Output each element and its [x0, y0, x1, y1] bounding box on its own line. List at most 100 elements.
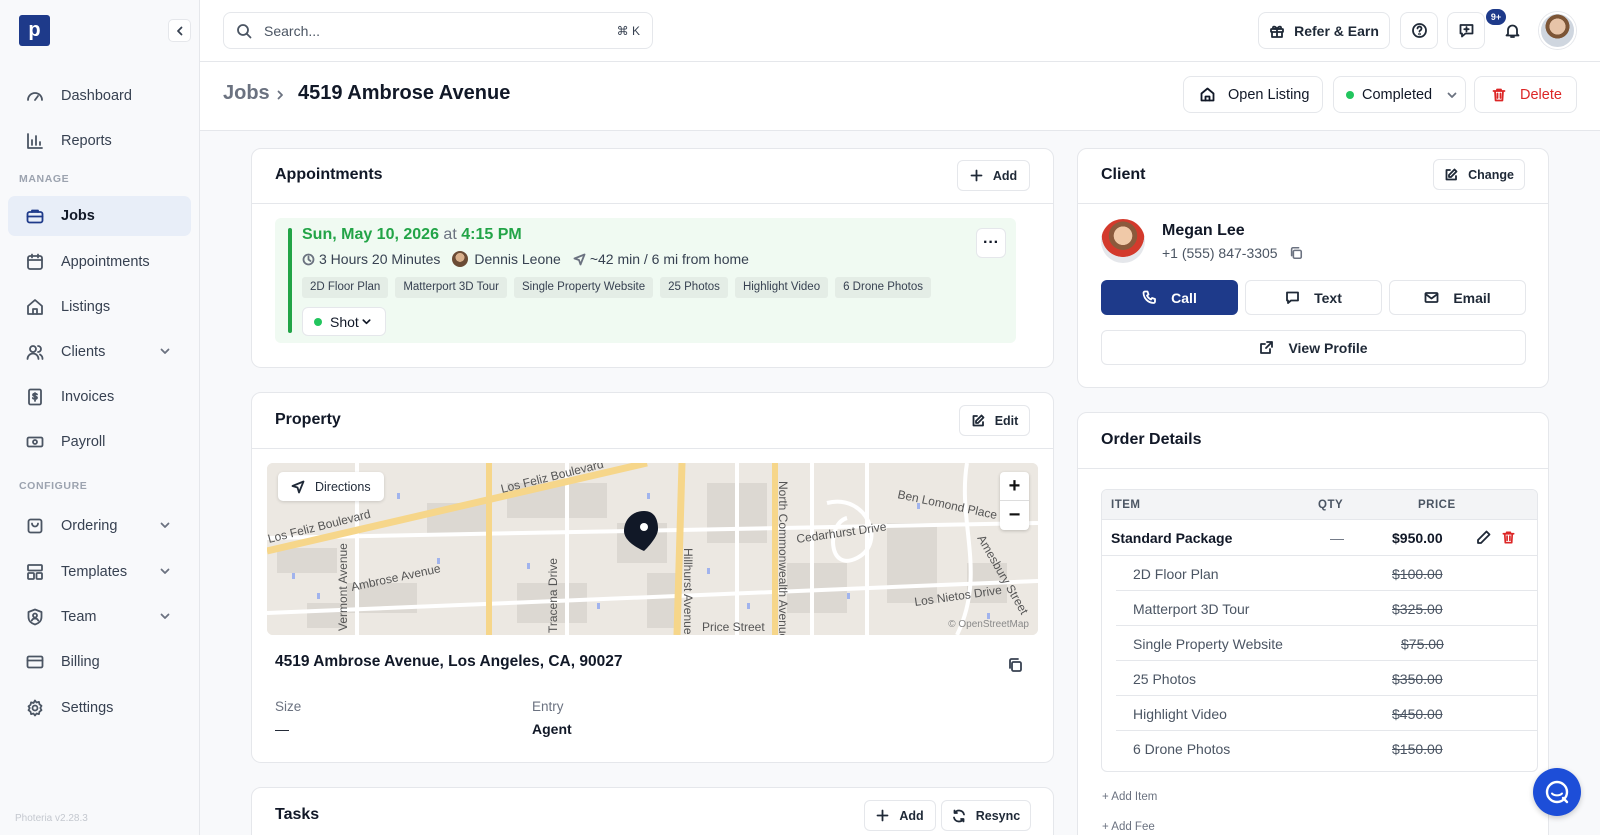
sidebar-item-billing[interactable]: Billing — [8, 642, 191, 682]
copy-icon[interactable] — [1289, 246, 1303, 260]
view-profile-label: View Profile — [1288, 339, 1368, 356]
copy-icon[interactable] — [1007, 657, 1023, 673]
item-name: Single Property Website — [1133, 636, 1283, 652]
directions-label: Directions — [315, 479, 371, 494]
layout-template-icon — [27, 564, 43, 580]
sidebar-item-invoices[interactable]: Invoices — [8, 377, 191, 417]
pencil-icon[interactable] — [1476, 530, 1491, 545]
nav-section-manage: MANAGE — [19, 173, 70, 185]
sidebar-item-appointments[interactable]: Appointments — [8, 242, 191, 282]
page-header: Jobs 4519 Ambrose Avenue Open Listing Co… — [200, 62, 1600, 131]
user-avatar[interactable] — [1539, 12, 1576, 49]
photographer[interactable]: Dennis Leone — [452, 251, 561, 267]
appointment-more-button[interactable]: ··· — [976, 228, 1006, 258]
chevron-down-icon — [160, 568, 170, 574]
home-icon — [27, 299, 43, 315]
chevron-right-icon — [277, 90, 283, 100]
service-chip: 2D Floor Plan — [302, 277, 389, 298]
breadcrumb-jobs[interactable]: Jobs — [223, 82, 270, 105]
map-road-label: Vermont Avenue — [336, 543, 350, 631]
call-button[interactable]: Call — [1101, 280, 1238, 315]
map-zoom-control: + − — [1000, 472, 1029, 530]
gear-icon — [27, 699, 43, 717]
map-road-label: Tracena Drive — [546, 558, 560, 633]
sidebar-item-settings[interactable]: Settings — [8, 688, 191, 728]
refresh-icon — [952, 809, 965, 822]
refer-earn-button[interactable]: Refer & Earn — [1258, 12, 1390, 49]
email-button[interactable]: Email — [1389, 280, 1526, 315]
notification-badge: 9+ — [1486, 9, 1506, 25]
search-input[interactable]: Search... ⌘ K — [223, 12, 653, 49]
change-client-button[interactable]: Change — [1433, 159, 1525, 190]
map-attribution: © OpenStreetMap — [948, 619, 1029, 630]
status-dropdown[interactable]: Completed — [1333, 76, 1466, 113]
open-listing-button[interactable]: Open Listing — [1183, 76, 1323, 113]
feedback-button[interactable] — [1447, 12, 1485, 49]
sidebar-item-listings[interactable]: Listings — [8, 287, 191, 327]
order-table: ITEM QTY PRICE Standard Package — $950.0… — [1101, 489, 1538, 772]
text-button[interactable]: Text — [1245, 280, 1382, 315]
client-card: Client Change Megan Lee +1 (555) 847-330… — [1077, 148, 1549, 388]
refer-earn-label: Refer & Earn — [1294, 22, 1379, 39]
clock-icon — [302, 253, 315, 265]
sidebar-item-payroll[interactable]: Payroll — [8, 422, 191, 462]
directions-button[interactable]: Directions — [278, 472, 384, 501]
chat-bubble-icon — [1545, 780, 1569, 804]
sidebar-item-ordering[interactable]: Ordering — [8, 506, 191, 546]
table-row-package[interactable]: Standard Package — $950.00 — [1102, 520, 1537, 556]
chevron-down-icon — [160, 522, 170, 528]
table-row: Matterport 3D Tour $325.00 — [1116, 591, 1537, 626]
service-chip: 6 Drone Photos — [835, 277, 932, 298]
chat-support-button[interactable] — [1533, 768, 1581, 816]
add-task-button[interactable]: Add — [864, 800, 936, 831]
collapse-sidebar-button[interactable] — [168, 19, 191, 42]
sidebar-item-clients[interactable]: Clients — [8, 332, 191, 372]
edit-icon — [1445, 168, 1458, 180]
chevron-down-icon — [362, 319, 371, 325]
sidebar-item-label: Templates — [61, 564, 128, 580]
item-price: $350.00 — [1392, 671, 1443, 687]
size-value: — — [275, 721, 289, 737]
table-row: Single Property Website $75.00 — [1116, 626, 1537, 661]
invoice-icon — [28, 388, 42, 406]
appointment-time: 4:15 PM — [461, 226, 522, 243]
sidebar-item-label: Appointments — [61, 254, 150, 270]
zoom-out-button[interactable]: − — [1000, 501, 1029, 530]
call-label: Call — [1171, 289, 1197, 306]
add-item-link[interactable]: + Add Item — [1102, 791, 1157, 803]
resync-button[interactable]: Resync — [941, 800, 1031, 831]
help-button[interactable] — [1400, 12, 1438, 49]
delete-button[interactable]: Delete — [1474, 76, 1577, 113]
sidebar-item-reports[interactable]: Reports — [8, 121, 191, 161]
sidebar-item-label: Team — [61, 609, 97, 625]
more-dots: ··· — [983, 234, 999, 251]
appointment-meta: 3 Hours 20 Minutes Dennis Leone ~42 min … — [302, 251, 761, 267]
top-bar: Search... ⌘ K Refer & Earn 9+ — [200, 0, 1600, 62]
view-profile-button[interactable]: View Profile — [1101, 330, 1526, 365]
sidebar-item-templates[interactable]: Templates — [8, 552, 191, 592]
add-appointment-button[interactable]: Add — [957, 160, 1030, 191]
appointment-item[interactable]: Sun, May 10, 2026 at 4:15 PM 3 Hours 20 … — [275, 218, 1016, 343]
add-fee-link[interactable]: + Add Fee — [1102, 821, 1155, 833]
page-title: 4519 Ambrose Avenue — [298, 82, 511, 104]
calendar-icon — [27, 253, 43, 270]
app-logo[interactable]: p — [19, 15, 50, 46]
tasks-card: Tasks Add Resync — [251, 787, 1054, 835]
property-map[interactable]: Los Feliz Boulevard Los Feliz Boulevard … — [267, 463, 1038, 635]
table-header: ITEM QTY PRICE — [1102, 490, 1537, 520]
sidebar-item-label: Listings — [61, 299, 111, 315]
client-avatar[interactable] — [1101, 219, 1145, 263]
sidebar-item-jobs[interactable]: Jobs — [8, 196, 191, 236]
appointments-card: Appointments Add Sun, May 10, 2026 at 4:… — [251, 148, 1054, 368]
edit-property-button[interactable]: Edit — [959, 405, 1030, 436]
sidebar-item-team[interactable]: Team — [8, 597, 191, 637]
duration-label: 3 Hours 20 Minutes — [319, 251, 441, 267]
appointment-status-dropdown[interactable]: Shot — [302, 307, 386, 336]
item-name: 2D Floor Plan — [1133, 566, 1219, 582]
sidebar-item-dashboard[interactable]: Dashboard — [8, 76, 191, 116]
bell-icon — [1505, 24, 1519, 38]
table-row: 25 Photos $350.00 — [1116, 661, 1537, 696]
trash-icon[interactable] — [1501, 530, 1516, 545]
zoom-in-button[interactable]: + — [1000, 472, 1029, 501]
sidebar-item-label: Billing — [61, 654, 100, 670]
